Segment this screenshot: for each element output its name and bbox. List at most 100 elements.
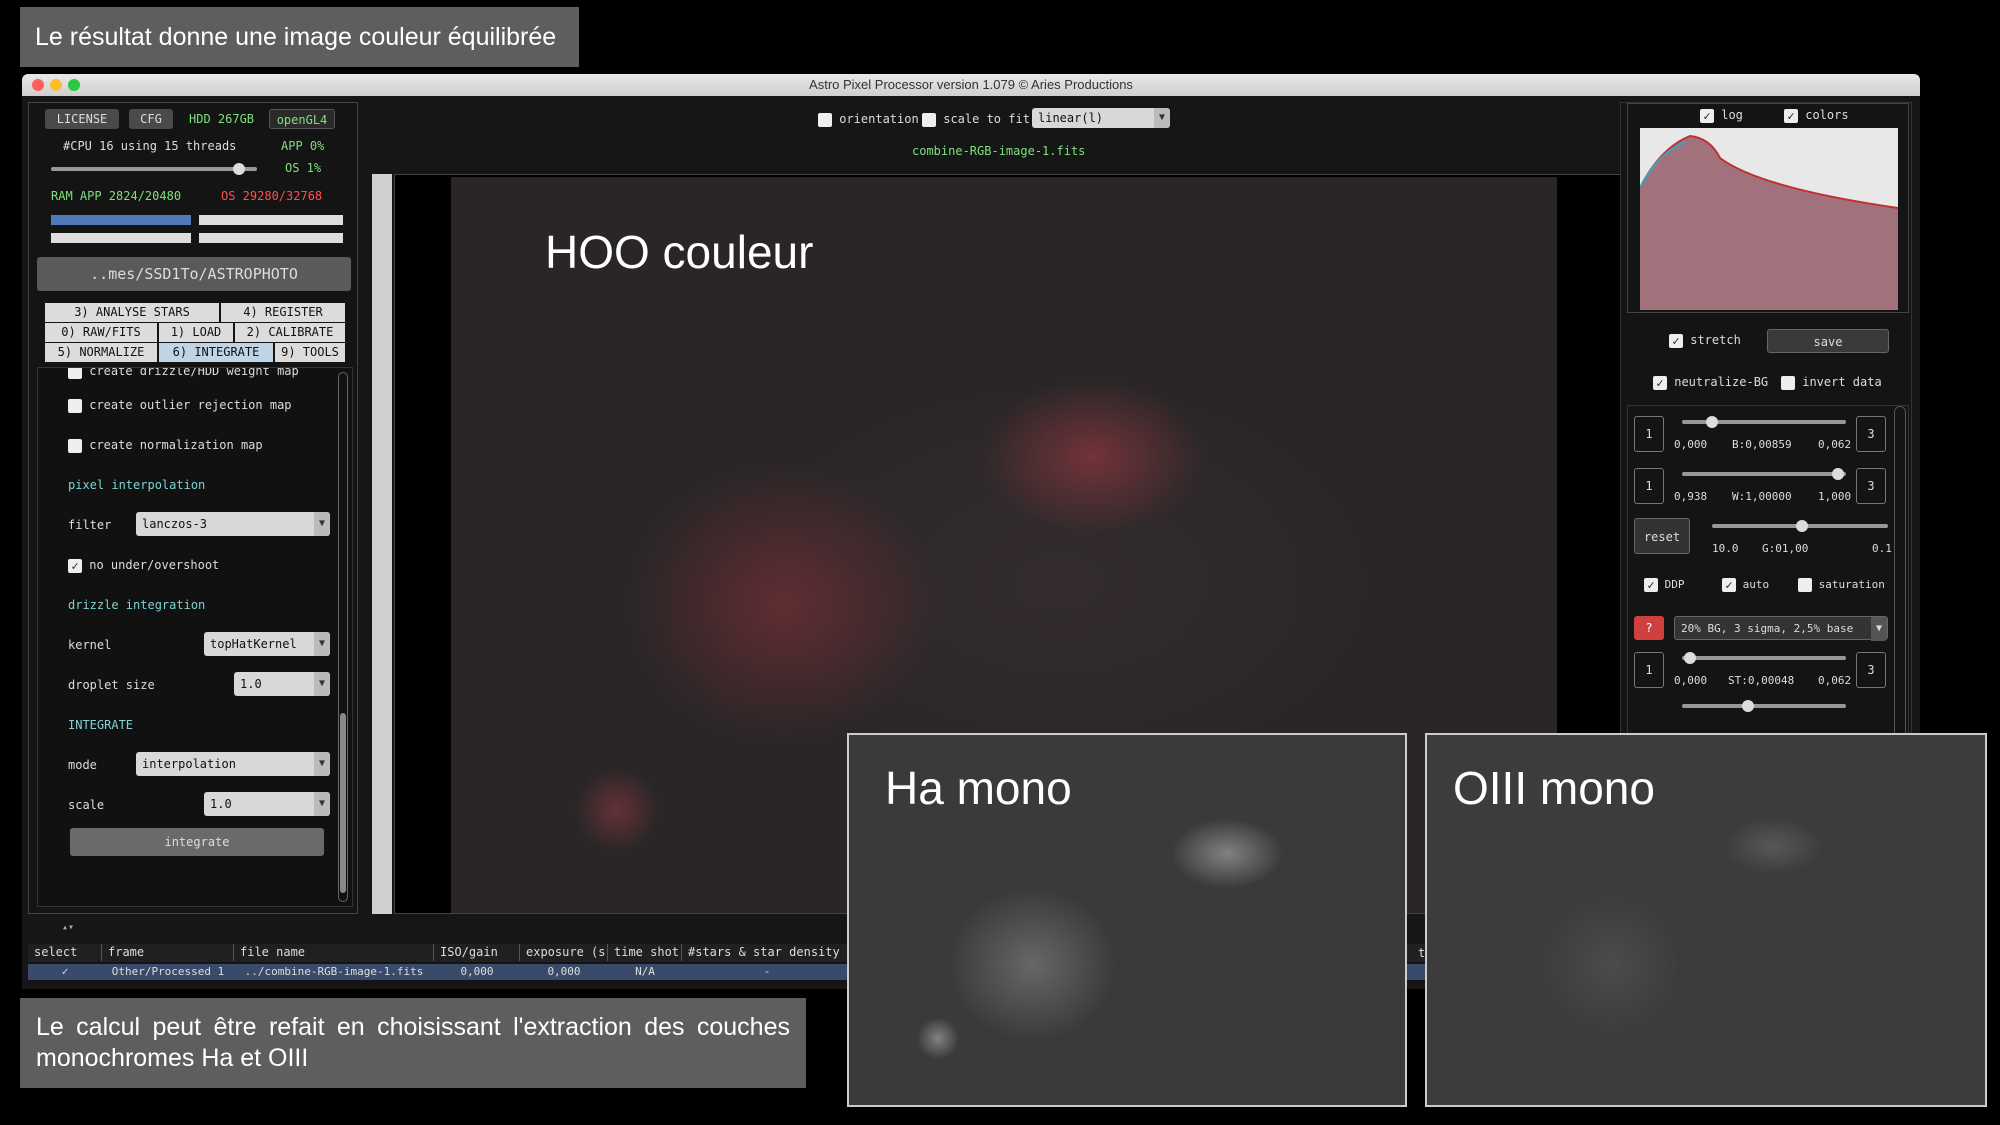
frame-list-toggle[interactable]: ▴▾ — [62, 922, 74, 933]
options-scrollbar[interactable] — [338, 372, 348, 902]
checkbox[interactable] — [68, 398, 82, 413]
checkbox[interactable] — [818, 112, 832, 127]
checkbox[interactable]: ✓ — [1700, 108, 1714, 123]
tab-analyse-stars[interactable]: 3) ANALYSE STARS — [45, 303, 219, 322]
select-cell[interactable]: ✓ — [28, 964, 102, 980]
checkbox[interactable] — [1798, 578, 1812, 592]
checkbox[interactable]: ✓ — [1669, 333, 1683, 348]
filter-select[interactable]: lanczos-3 ▼ — [136, 512, 330, 536]
option-normalization-map[interactable]: create normalization map — [68, 438, 263, 453]
gamma-max: 0.1 — [1872, 542, 1892, 555]
extra-slider[interactable] — [1682, 700, 1846, 712]
checkbox[interactable]: ✓ — [1722, 578, 1736, 592]
minimize-window-button[interactable] — [50, 79, 62, 91]
black-point-increase-button[interactable]: 3 — [1856, 416, 1886, 452]
tab-calibrate[interactable]: 2) CALIBRATE — [235, 323, 345, 342]
mode-select[interactable]: interpolation ▼ — [136, 752, 330, 776]
stretch-preset-select[interactable]: 20% BG, 3 sigma, 2,5% base ▼ — [1674, 616, 1888, 641]
checkbox[interactable]: ✓ — [1644, 578, 1658, 592]
reset-button[interactable]: reset — [1634, 518, 1690, 554]
checkbox[interactable]: ✓ — [68, 558, 82, 573]
column-header[interactable]: file name — [234, 944, 434, 961]
close-window-button[interactable] — [32, 79, 44, 91]
zoom-window-button[interactable] — [68, 79, 80, 91]
column-header[interactable]: frame — [102, 944, 234, 961]
main-image-label: HOO couleur — [545, 226, 814, 278]
option-drizzle-weight-map[interactable]: create drizzle/HDD weight map — [68, 367, 299, 379]
neutralize-bg-toggle[interactable]: ✓ neutralize-BG — [1653, 375, 1768, 390]
option-outlier-rejection-map[interactable]: create outlier rejection map — [68, 398, 292, 413]
droplet-size-select[interactable]: 1.0 ▼ — [234, 672, 330, 696]
options-scroll-thumb[interactable] — [340, 713, 346, 893]
white-point-value: W:1,00000 — [1732, 490, 1792, 503]
column-header[interactable]: ISO/gain — [434, 944, 520, 961]
thread-slider-knob[interactable] — [233, 163, 245, 175]
chevron-down-icon: ▼ — [314, 672, 330, 696]
invert-data-label: invert data — [1802, 375, 1882, 389]
slider-knob[interactable] — [1684, 652, 1696, 664]
help-button[interactable]: ? — [1634, 616, 1664, 640]
colors-toggle[interactable]: ✓ colors — [1784, 108, 1849, 123]
neutralize-bg-label: neutralize-BG — [1674, 375, 1769, 389]
tab-load[interactable]: 1) LOAD — [159, 323, 233, 342]
ram-os-bar — [199, 215, 343, 225]
column-header[interactable]: exposure (s) — [520, 944, 608, 961]
white-point-slider[interactable] — [1682, 468, 1846, 480]
tab-raw-fits[interactable]: 0) RAW/FITS — [45, 323, 157, 342]
title-bar: Astro Pixel Processor version 1.079 © Ar… — [22, 74, 1920, 96]
orientation-toggle[interactable]: orientation — [818, 112, 919, 127]
st-slider[interactable] — [1682, 652, 1846, 664]
option-label: create normalization map — [89, 438, 263, 452]
scale-to-fit-toggle[interactable]: scale to fit — [922, 112, 1030, 127]
saturation-toggle[interactable]: saturation — [1798, 578, 1885, 592]
checkbox[interactable] — [922, 112, 936, 127]
left-panel: LICENSE CFG HDD 267GB openGL4 #CPU 16 us… — [28, 102, 358, 914]
st-decrease-button[interactable]: 1 — [1634, 652, 1664, 688]
tab-integrate[interactable]: 6) INTEGRATE — [159, 343, 273, 362]
log-toggle[interactable]: ✓ log — [1700, 108, 1743, 123]
checkbox[interactable]: ✓ — [1784, 108, 1798, 123]
ddp-toggle[interactable]: ✓ DDP — [1644, 578, 1685, 592]
white-point-increase-button[interactable]: 3 — [1856, 468, 1886, 504]
cfg-button[interactable]: CFG — [129, 109, 173, 129]
checkbox[interactable] — [1781, 375, 1795, 390]
column-header[interactable]: #stars & star density — [682, 944, 852, 961]
working-directory-button[interactable]: ..mes/SSD1To/ASTROPHOTO — [37, 257, 351, 291]
progress-bar-2 — [199, 233, 343, 243]
option-no-overshoot[interactable]: ✓ no under/overshoot — [68, 558, 219, 573]
viewer-collapse-handle[interactable] — [372, 174, 392, 914]
stretch-scrollbar[interactable] — [1894, 406, 1906, 742]
stretch-toggle[interactable]: ✓ stretch — [1669, 333, 1741, 348]
option-label: create drizzle/HDD weight map — [89, 367, 299, 378]
license-button[interactable]: LICENSE — [45, 109, 119, 129]
column-header[interactable]: select — [28, 944, 102, 961]
auto-toggle[interactable]: ✓ auto — [1722, 578, 1769, 592]
save-button[interactable]: save — [1767, 329, 1889, 353]
opengl-button[interactable]: openGL4 — [269, 109, 335, 129]
tab-tools[interactable]: 9) TOOLS — [275, 343, 345, 362]
invert-data-toggle[interactable]: invert data — [1781, 375, 1882, 390]
slider-knob[interactable] — [1742, 700, 1754, 712]
white-point-decrease-button[interactable]: 1 — [1634, 468, 1664, 504]
gamma-slider[interactable] — [1712, 520, 1888, 532]
option-label: create outlier rejection map — [89, 398, 292, 412]
slider-knob[interactable] — [1706, 416, 1718, 428]
integrate-button[interactable]: integrate — [70, 828, 324, 856]
right-panel: ✓ log ✓ colors ✓ stretch save ✓ neutrali… — [1620, 102, 1912, 743]
tab-normalize[interactable]: 5) NORMALIZE — [45, 343, 157, 362]
stretch-mode-select[interactable]: linear(l) ▼ — [1032, 108, 1170, 128]
white-point-max: 1,000 — [1818, 490, 1852, 503]
black-point-slider[interactable] — [1682, 416, 1846, 428]
thread-slider[interactable] — [51, 163, 257, 175]
kernel-select[interactable]: topHatKernel ▼ — [204, 632, 330, 656]
checkbox[interactable]: ✓ — [1653, 375, 1667, 390]
black-point-decrease-button[interactable]: 1 — [1634, 416, 1664, 452]
scale-select[interactable]: 1.0 ▼ — [204, 792, 330, 816]
column-header[interactable]: time shot — [608, 944, 682, 961]
slider-knob[interactable] — [1796, 520, 1808, 532]
checkbox[interactable] — [68, 368, 82, 379]
tab-register[interactable]: 4) REGISTER — [221, 303, 345, 322]
st-increase-button[interactable]: 3 — [1856, 652, 1886, 688]
checkbox[interactable] — [68, 438, 82, 453]
slider-knob[interactable] — [1832, 468, 1844, 480]
